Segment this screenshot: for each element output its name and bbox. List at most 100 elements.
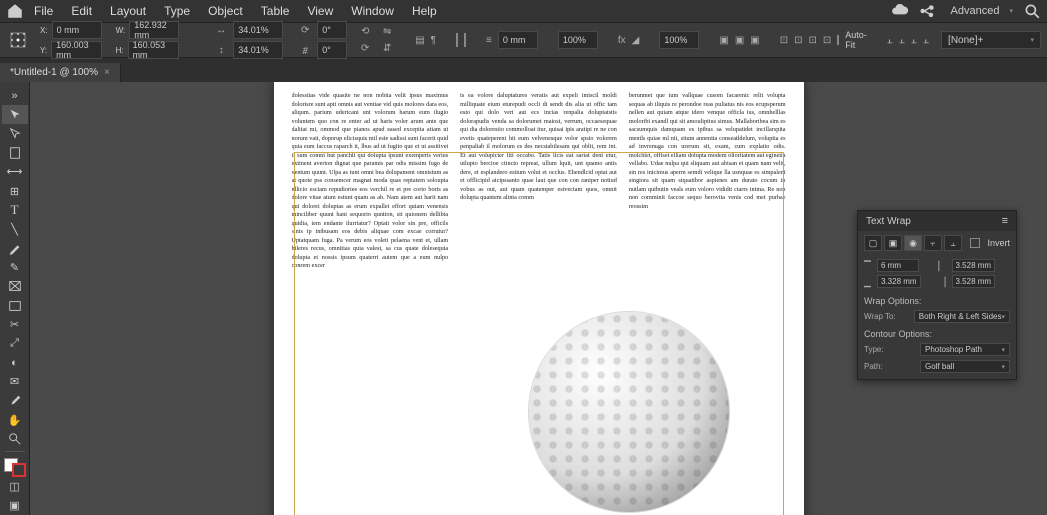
offset-top-icon: ▔ [864, 261, 874, 271]
fill-stroke-swatch[interactable] [4, 458, 26, 477]
shear-field[interactable]: 0° [317, 41, 347, 59]
wrap-to-dropdown[interactable]: Both Right & Left Sides▾ [914, 310, 1010, 323]
offset-right-field[interactable]: 3.528 mm [952, 275, 996, 288]
pen-tool[interactable] [2, 239, 28, 258]
fit-frame-icon[interactable]: ⊡ [823, 32, 831, 48]
screen-mode-icon[interactable]: ▣ [2, 496, 28, 515]
toolbox: » ⟷ ⊞ T ╲ ✎ ✂ ⤢ ◐ ✉ ✋ ◫ ▣ [0, 82, 30, 515]
wrap-jump-button[interactable]: ⫟ [924, 235, 942, 251]
fill-frame-icon[interactable]: ⊡ [794, 32, 802, 48]
eyedropper-tool[interactable] [2, 392, 28, 411]
invert-checkbox[interactable] [970, 238, 980, 248]
pencil-tool[interactable]: ✎ [2, 258, 28, 277]
align-bottom-icon[interactable]: ⫠ [911, 32, 917, 48]
paragraph-icon[interactable]: ¶ [431, 32, 436, 48]
distribute-icon[interactable]: ⫠ [923, 32, 929, 48]
offset-bottom-field[interactable]: 3.328 mm [877, 275, 921, 288]
menu-table[interactable]: Table [253, 2, 298, 20]
menu-view[interactable]: View [299, 2, 341, 20]
flip-v-icon[interactable]: ⇵ [379, 41, 395, 57]
corner-options-icon[interactable]: ◢ [632, 32, 640, 48]
cloud-icon[interactable] [891, 2, 909, 20]
home-icon[interactable] [6, 2, 24, 20]
menu-type[interactable]: Type [156, 2, 198, 20]
menu-help[interactable]: Help [404, 2, 445, 20]
stroke-weight-icon: ≡ [486, 32, 492, 48]
align-middle-icon[interactable]: ⫠ [899, 32, 905, 48]
rectangle-frame-tool[interactable] [2, 277, 28, 296]
page-tool[interactable] [2, 143, 28, 162]
wrap-options-label: Wrap Options: [858, 292, 1016, 308]
reference-point[interactable] [6, 32, 30, 48]
w-field[interactable]: 162.932 mm [129, 21, 179, 39]
menu-edit[interactable]: Edit [63, 2, 100, 20]
object-style-dropdown[interactable]: [None]+▾ [941, 31, 1041, 49]
gap-tool[interactable]: ⟷ [2, 162, 28, 181]
hand-tool[interactable]: ✋ [2, 411, 28, 430]
gradient-swatch-tool[interactable]: ◐ [2, 353, 28, 372]
rotate-cw-icon[interactable]: ⟳ [357, 41, 373, 57]
search-icon[interactable] [1023, 2, 1041, 20]
scissors-tool[interactable]: ✂ [2, 315, 28, 334]
offset-top-field[interactable]: 6 mm [877, 259, 919, 272]
autofit-checkbox[interactable] [837, 35, 839, 45]
line-tool[interactable]: ╲ [2, 220, 28, 239]
center-content-icon[interactable]: ⊡ [809, 32, 817, 48]
control-bar: X:0 mm Y:160.003 mm W:162.932 mm H:160.0… [0, 22, 1047, 58]
opacity-field[interactable]: 100% [659, 31, 699, 49]
scale-x-field[interactable]: 34.01% [233, 21, 283, 39]
scale-y-field[interactable]: 34.01% [233, 41, 283, 59]
tool-chevron[interactable]: » [2, 86, 28, 105]
offset-left-field[interactable]: 3.528 mm [952, 259, 996, 272]
chevron-down-icon[interactable]: ▾ [1009, 7, 1013, 15]
document-tab[interactable]: *Untitled-1 @ 100% × [0, 63, 121, 82]
rotate-ccw-icon[interactable]: ⟲ [357, 24, 373, 40]
rotate-field[interactable]: 0° [317, 21, 347, 39]
wrap-bb-icon[interactable]: ▣ [735, 32, 744, 48]
rectangle-tool[interactable] [2, 296, 28, 315]
offset-bottom-icon: ▁ [864, 277, 874, 287]
stroke-weight-field[interactable]: 0 mm [498, 31, 538, 49]
text-wrap-panel: Text Wrap ≡ ▢ ▣ ◉ ⫟ ⫠ Invert ▔6 mm ▏3.52… [857, 210, 1017, 380]
y-field[interactable]: 160.003 mm [51, 41, 101, 59]
wrap-shape-button[interactable]: ◉ [904, 235, 922, 251]
menu-layout[interactable]: Layout [102, 2, 154, 20]
wrap-none-icon[interactable]: ▣ [719, 32, 728, 48]
wrap-column-button[interactable]: ⫠ [944, 235, 962, 251]
apply-color-icon[interactable]: ◫ [2, 477, 28, 496]
type-dropdown[interactable]: Photoshop Path▾ [920, 343, 1010, 356]
path-dropdown[interactable]: Golf ball▾ [920, 360, 1010, 373]
h-field[interactable]: 160.053 mm [128, 41, 180, 59]
golf-ball-image[interactable] [529, 312, 729, 512]
stroke-swatch[interactable] [464, 33, 466, 47]
menu-file[interactable]: File [26, 2, 61, 20]
tab-title: *Untitled-1 @ 100% [10, 67, 98, 78]
fit-content-icon[interactable]: ⊡ [780, 32, 788, 48]
page[interactable]: dolessitas vide quasite ne non nobita ve… [274, 82, 804, 515]
fx-icon[interactable]: fx [618, 32, 626, 48]
selection-tool[interactable] [2, 105, 28, 124]
share-icon[interactable] [919, 2, 937, 20]
zoom-tool[interactable] [2, 430, 28, 449]
wrap-bbox-button[interactable]: ▣ [884, 235, 902, 251]
menu-window[interactable]: Window [343, 2, 402, 20]
path-label: Path: [864, 362, 883, 371]
align-top-icon[interactable]: ⫠ [887, 32, 893, 48]
x-field[interactable]: 0 mm [52, 21, 102, 39]
wrap-none-button[interactable]: ▢ [864, 235, 882, 251]
free-transform-tool[interactable]: ⤢ [2, 334, 28, 353]
content-collector-tool[interactable]: ⊞ [2, 181, 28, 200]
invert-label: Invert [987, 238, 1010, 248]
zoom-field[interactable]: 100% [558, 31, 598, 49]
close-icon[interactable]: × [104, 67, 110, 78]
type-tool[interactable]: T [2, 201, 28, 220]
note-tool[interactable]: ✉ [2, 372, 28, 391]
workspace-label[interactable]: Advanced [951, 5, 1000, 17]
align-left-icon[interactable]: ▤ [415, 32, 424, 48]
panel-menu-icon[interactable]: ≡ [1002, 215, 1008, 227]
flip-h-icon[interactable]: ⇋ [379, 24, 395, 40]
direct-selection-tool[interactable] [2, 124, 28, 143]
menu-object[interactable]: Object [200, 2, 251, 20]
fill-swatch[interactable] [456, 33, 458, 47]
wrap-shape-icon[interactable]: ▣ [750, 32, 759, 48]
